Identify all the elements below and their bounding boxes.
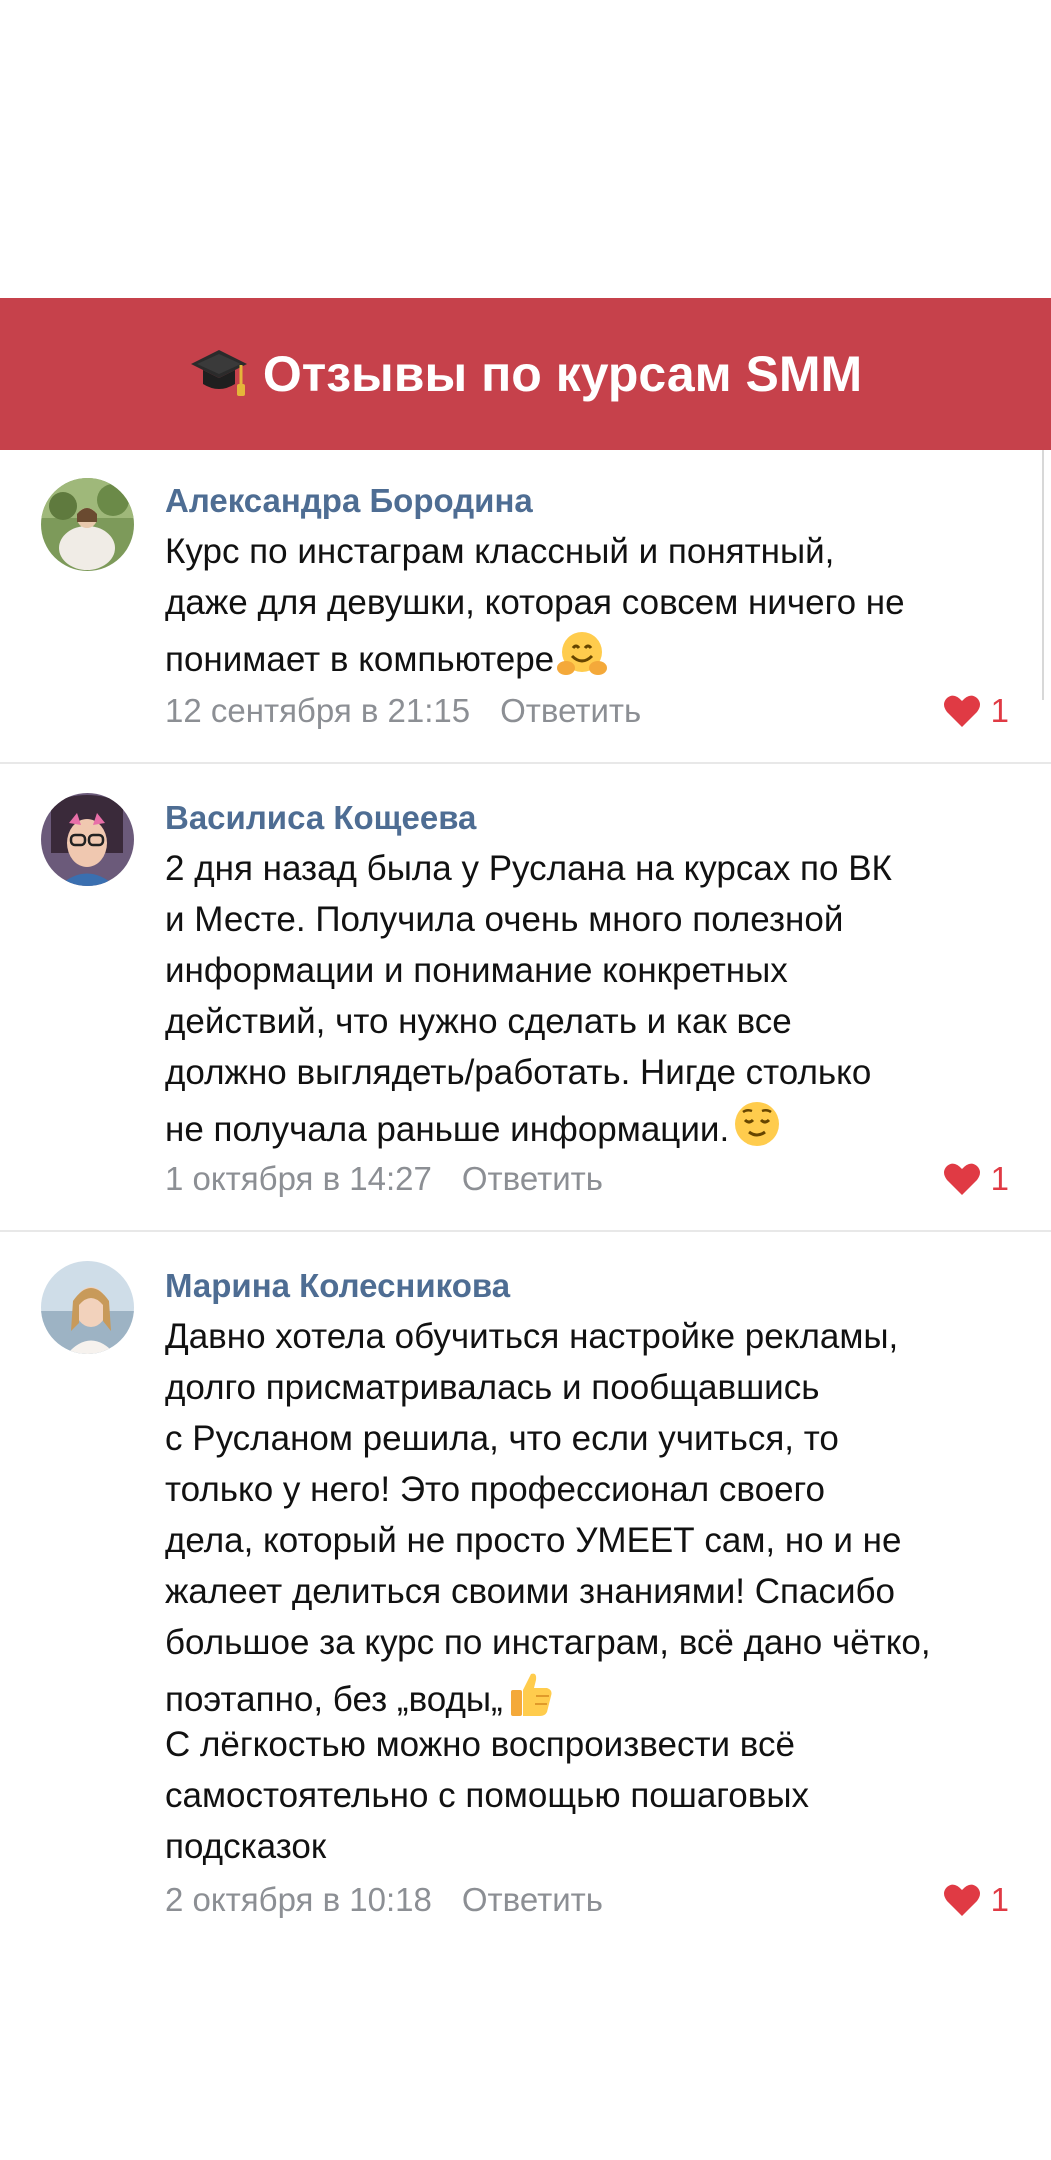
comment-line: только у него! Это профессионал своего	[165, 1470, 825, 1509]
relieved-face-emoji-icon	[731, 1098, 783, 1150]
comment-author[interactable]: Александра Бородина	[165, 482, 533, 520]
comment-text: 2 дня назад была у Руслана на курсах по …	[165, 843, 1035, 1149]
comment-line: 2 дня назад была у Руслана на курсах по …	[165, 849, 892, 888]
reviews-header: Отзывы по курсам SMM	[0, 298, 1051, 450]
comment-line: понимает в компьютере	[165, 628, 1035, 679]
like-button[interactable]: 1	[943, 1881, 1009, 1919]
comment-line-text: поэтапно, без „воды„	[165, 1680, 503, 1719]
reply-button[interactable]: Ответить	[500, 692, 641, 729]
comment-meta: 12 сентября в 21:15 Ответить	[165, 692, 641, 730]
comment-author[interactable]: Марина Колесникова	[165, 1267, 510, 1305]
reply-button[interactable]: Ответить	[462, 1881, 603, 1918]
comment-text: Давно хотела обучиться настройке рекламы…	[165, 1311, 1035, 1872]
like-button[interactable]: 1	[943, 1160, 1009, 1198]
scroll-edge	[1042, 450, 1044, 700]
like-count: 1	[990, 1881, 1009, 1918]
heart-icon	[943, 1883, 981, 1917]
comment-line-text: понимает в компьютере	[165, 640, 555, 679]
comment-line: даже для девушки, которая совсем ничего …	[165, 583, 905, 622]
comment-line: С лёгкостью можно воспроизвести всё	[165, 1725, 795, 1764]
comment-divider	[0, 1230, 1051, 1232]
heart-icon	[943, 694, 981, 728]
comment-meta: 2 октября в 10:18 Ответить	[165, 1881, 603, 1919]
comment-line: самостоятельно с помощью пошаговых	[165, 1776, 810, 1815]
comment-date: 12 сентября в 21:15	[165, 692, 471, 729]
comment-line: и Месте. Получила очень много полезной	[165, 900, 844, 939]
comment-line: дела, который не просто УМЕЕТ сам, но и …	[165, 1521, 902, 1560]
comment-line: большое за курс по инстаграм, всё дано ч…	[165, 1623, 931, 1662]
thumbs-up-emoji-icon	[505, 1668, 557, 1720]
comment-line: должно выглядеть/работать. Нигде столько	[165, 1053, 872, 1092]
like-button[interactable]: 1	[943, 692, 1009, 730]
comment-line: поэтапно, без „воды„	[165, 1668, 1035, 1719]
page-title: Отзывы по курсам SMM	[262, 346, 863, 402]
comment-line: подсказок	[165, 1827, 327, 1866]
like-count: 1	[990, 692, 1009, 729]
reply-button[interactable]: Ответить	[462, 1160, 603, 1197]
comment-line: жалеет делиться своими знаниями! Спасибо	[165, 1572, 896, 1611]
like-count: 1	[990, 1160, 1009, 1197]
comment-line: Давно хотела обучиться настройке рекламы…	[165, 1317, 899, 1356]
avatar[interactable]	[41, 1261, 134, 1354]
comment-line: действий, что нужно сделать и как все	[165, 1002, 792, 1041]
comment-line: не получала раньше информации.	[165, 1098, 1035, 1149]
graduation-cap-icon	[189, 346, 249, 402]
heart-icon	[943, 1162, 981, 1196]
comment-line-text: не получала раньше информации.	[165, 1110, 730, 1149]
comment-date: 1 октября в 14:27	[165, 1160, 432, 1197]
avatar[interactable]	[41, 478, 134, 571]
avatar[interactable]	[41, 793, 134, 886]
hugging-face-emoji-icon	[556, 628, 608, 680]
comment-date: 2 октября в 10:18	[165, 1881, 432, 1918]
comment-divider	[0, 762, 1051, 764]
comment-author[interactable]: Василиса Кощеева	[165, 799, 476, 837]
comment-meta: 1 октября в 14:27 Ответить	[165, 1160, 603, 1198]
comment-line: с Русланом решила, что если учиться, то	[165, 1419, 839, 1458]
reviews-screen: Отзывы по курсам SMM Александра Бородина…	[0, 0, 1051, 2160]
comment-line: долго присматривалась и пообщавшись	[165, 1368, 820, 1407]
comment-line: информации и понимание конкретных	[165, 951, 788, 990]
comment-text: Курс по инстаграм классный и понятный, д…	[165, 526, 1035, 679]
comment-line: Курс по инстаграм классный и понятный,	[165, 532, 835, 571]
